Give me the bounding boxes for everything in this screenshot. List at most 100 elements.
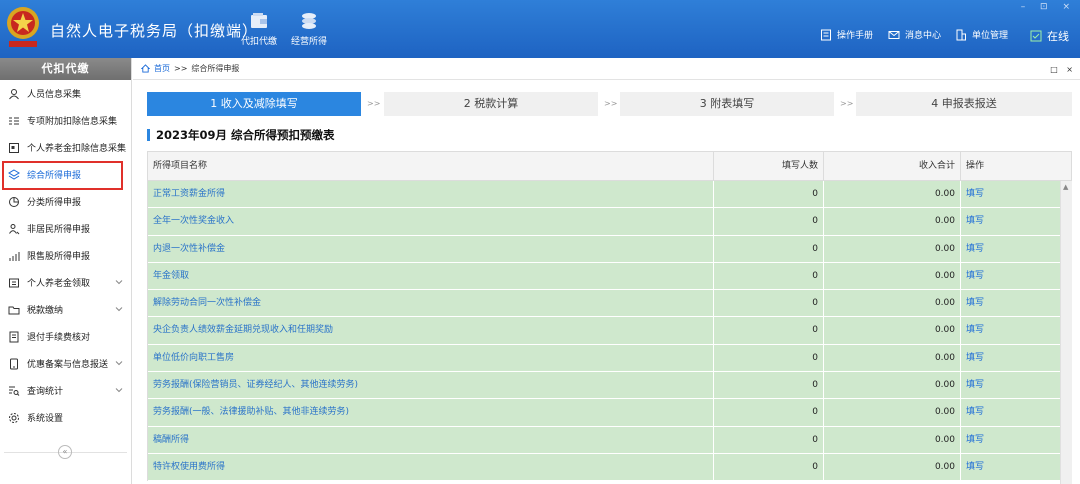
sidebar-item[interactable]: 专项附加扣除信息采集 [0,107,131,134]
income-cell: 0.00 [824,344,961,372]
sidebar-item[interactable]: 个人养老金领取 [0,269,131,296]
step-income-deduction[interactable]: 1 收入及减除填写 [147,92,361,116]
count-cell: 0 [714,399,824,426]
manual-link[interactable]: 操作手册 [820,28,873,41]
unit-management-link[interactable]: 单位管理 [955,28,1008,41]
income-cell: 0.00 [824,181,961,208]
sidebar: 代扣代缴 人员信息采集 专项附加扣除信息采集 个人养老金扣除信息采集 综合所得申报 分类… [0,58,132,484]
card-icon [9,142,19,153]
fill-link[interactable]: 填写 [961,236,1059,262]
income-item-link[interactable]: 内退一次性补偿金 [148,235,714,262]
sidebar-item[interactable]: 查询统计 [0,377,131,404]
step-separator: >> [604,99,618,108]
sidebar-item[interactable]: 税款缴纳 [0,296,131,323]
tax-emblem-logo [7,7,39,47]
income-item-link[interactable]: 单位低价向职工售房 [148,344,714,372]
step-separator: >> [840,99,854,108]
sidebar-item[interactable]: 综合所得申报 [0,161,131,188]
breadcrumb-separator: >> [174,64,188,73]
count-cell: 0 [714,181,824,208]
table-row: 内退一次性补偿金 0 0.00 填写 [148,235,1072,263]
income-cell: 0.00 [824,290,961,317]
chevron-down-icon [115,280,123,285]
breadcrumb: 首页 >> 综合所得申报 [133,58,1080,80]
count-cell: 0 [714,262,824,290]
bars-icon [9,251,20,261]
nav-withholding[interactable]: 代扣代缴 [236,12,282,47]
tab-controls[interactable]: □ × [1050,65,1076,74]
fill-link[interactable]: 填写 [961,181,1059,207]
sidebar-item-label: 限售股所得申报 [27,252,91,262]
table-row: 劳务报酬(一般、法律援助补贴、其他非连续劳务) 0 0.00 填写 [148,399,1072,427]
message-center-link[interactable]: 消息中心 [888,28,941,41]
chevron-down-icon [115,307,123,312]
fill-link[interactable]: 填写 [961,263,1059,289]
breadcrumb-home[interactable]: 首页 [154,63,170,74]
income-item-link[interactable]: 特许权使用费所得 [148,453,714,481]
sidebar-item[interactable]: 分类所得申报 [0,188,131,215]
app-title: 自然人电子税务局（扣缴端） [50,22,259,40]
message-icon [888,30,900,39]
income-table: 所得项目名称 填写人数 收入合计 操作 正常工资薪金所得 0 0.00 填写 全年一次性… [147,151,1072,484]
sidebar-item-label: 综合所得申报 [27,171,82,181]
table-row: 央企负责人绩效薪金延期兑现收入和任期奖励 0 0.00 填写 [148,317,1072,345]
fill-link[interactable]: 填写 [961,427,1059,453]
table-row: 解除劳动合同一次性补偿金 0 0.00 填写 [148,290,1072,318]
income-item-link[interactable]: 解除劳动合同一次性补偿金 [148,290,714,317]
nav-business-income[interactable]: 经营所得 [286,12,332,47]
step-tax-calculation[interactable]: 2 税款计算 [384,92,598,116]
gear-icon [9,412,19,423]
building-icon [956,29,966,40]
col-operation: 操作 [966,161,985,171]
fill-link[interactable]: 填写 [961,317,1059,343]
fill-link[interactable]: 填写 [961,290,1059,316]
fill-link[interactable]: 填写 [961,454,1059,480]
sidebar-item[interactable]: 个人养老金扣除信息采集 [0,134,131,161]
sidebar-collapse-button[interactable]: « [58,445,72,459]
income-item-link[interactable]: 央企负责人绩效薪金延期兑现收入和任期奖励 [148,317,714,344]
window-controls[interactable]: – ⊡ × [1021,2,1076,12]
breadcrumb-current: 综合所得申报 [191,64,240,73]
pension-icon [9,278,19,287]
table-header: 所得项目名称 填写人数 收入合计 操作 [147,151,1072,181]
income-item-link[interactable]: 稿酬所得 [148,426,714,453]
layers-icon [8,168,20,180]
count-cell: 0 [714,426,824,453]
sidebar-item-label: 非居民所得申报 [27,225,91,235]
table-scrollbar[interactable]: ▲ [1060,181,1072,484]
sidebar-item[interactable]: 限售股所得申报 [0,242,131,269]
section-title: 2023年09月 综合所得预扣预缴表 [147,127,335,143]
step-wizard: 1 收入及减除填写 >> 2 税款计算 >> 3 附表填写 >> 4 申报表报送 [147,92,1072,116]
income-item-link[interactable]: 劳务报酬(保险营销员、证券经纪人、其他连续劳务) [148,372,714,399]
sidebar-item[interactable]: 非居民所得申报 [0,215,131,242]
table-row: 全年一次性奖金收入 0 0.00 填写 [148,208,1072,236]
person-icon [9,88,19,99]
fill-link[interactable]: 填写 [961,208,1059,234]
count-cell: 0 [714,235,824,262]
title-accent-bar [147,129,150,141]
step-attachment[interactable]: 3 附表填写 [620,92,834,116]
fill-link[interactable]: 填写 [961,372,1059,398]
income-item-link[interactable]: 正常工资薪金所得 [148,181,714,208]
count-cell: 0 [714,208,824,235]
scroll-up-arrow[interactable]: ▲ [1063,183,1068,191]
sidebar-item[interactable]: 优惠备案与信息报送 [0,350,131,377]
main-content: 首页 >> 综合所得申报 □ × 1 收入及减除填写 >> 2 税款计算 >> … [133,58,1080,484]
sidebar-item[interactable]: 系统设置 [0,404,131,431]
sidebar-item[interactable]: 退付手续费核对 [0,323,131,350]
sidebar-item[interactable]: 人员信息采集 [0,80,131,107]
sidebar-menu: 人员信息采集 专项附加扣除信息采集 个人养老金扣除信息采集综合所得申报分类所得申报非… [0,80,131,431]
list-icon [9,117,19,124]
table-row: 劳务报酬(保险营销员、证券经纪人、其他连续劳务) 0 0.00 填写 [148,372,1072,400]
fill-link[interactable]: 填写 [961,399,1059,425]
step-submit[interactable]: 4 申报表报送 [856,92,1072,116]
income-item-link[interactable]: 劳务报酬(一般、法律援助补贴、其他非连续劳务) [148,399,714,426]
count-cell: 0 [714,453,824,481]
chevron-down-icon [115,361,123,366]
income-item-link[interactable]: 全年一次性奖金收入 [148,208,714,235]
folder-icon [8,306,20,314]
income-cell: 0.00 [824,426,961,453]
fill-link[interactable]: 填写 [961,345,1059,371]
income-item-link[interactable]: 年金领取 [148,262,714,290]
table-row: 正常工资薪金所得 0 0.00 填写 [148,181,1072,209]
